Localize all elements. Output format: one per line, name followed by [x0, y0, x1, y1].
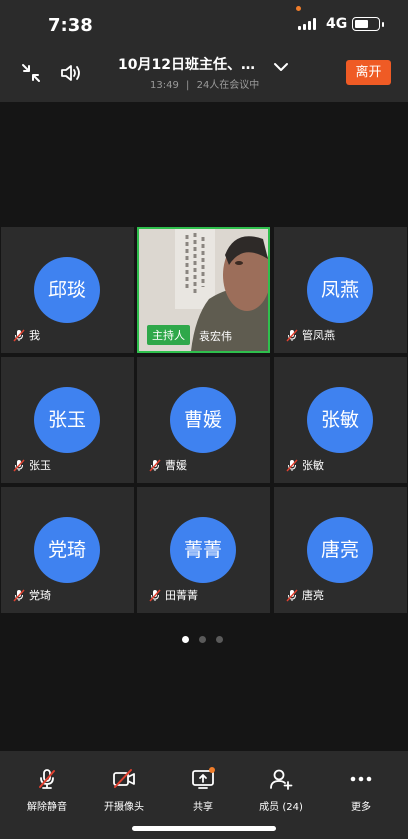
avatar: 党琦 — [34, 517, 100, 583]
add-member-icon — [270, 769, 293, 790]
participant-tile[interactable]: 曹媛 曹媛 — [137, 357, 270, 483]
unmute-button[interactable]: 解除静音 — [12, 767, 82, 813]
chevron-down-icon[interactable] — [268, 54, 294, 80]
host-badge: 主持人 — [147, 325, 190, 345]
participant-tile[interactable]: 张玉 张玉 — [1, 357, 134, 483]
meeting-info: 13:49 | 24人在会议中 — [150, 76, 259, 91]
participant-name: 张玉 — [29, 459, 51, 472]
avatar: 菁菁 — [170, 517, 236, 583]
leave-button[interactable]: 离开 — [346, 60, 391, 85]
unmute-label: 解除静音 — [27, 802, 67, 813]
mic-muted-icon — [286, 588, 298, 602]
participant-label: 我 — [13, 327, 40, 343]
avatar: 邱琰 — [34, 257, 100, 323]
more-button[interactable]: 更多 — [326, 767, 396, 813]
participant-label: 唐亮 — [286, 587, 324, 603]
participant-label: 党琦 — [13, 587, 51, 603]
camera-button[interactable]: 开摄像头 — [89, 767, 159, 813]
participant-name: 管凤燕 — [302, 329, 335, 342]
avatar: 唐亮 — [307, 517, 373, 583]
share-screen-icon — [192, 767, 215, 789]
participant-count: 24人在会议中 — [196, 80, 260, 91]
avatar: 张玉 — [34, 387, 100, 453]
mic-muted-icon — [13, 328, 25, 342]
meeting-title[interactable]: 10月12日班主任、… — [118, 54, 255, 74]
avatar: 曹媛 — [170, 387, 236, 453]
speaker-icon[interactable] — [58, 60, 84, 86]
notification-dot — [209, 767, 215, 773]
share-label: 共享 — [193, 802, 213, 813]
info-separator: | — [186, 80, 190, 91]
signal-icon — [298, 18, 320, 30]
mic-muted-icon — [149, 458, 161, 472]
participant-tile[interactable]: 凤燕 管凤燕 — [274, 227, 407, 353]
page-dot[interactable] — [216, 636, 223, 643]
page-dot[interactable] — [182, 636, 189, 643]
more-label: 更多 — [351, 802, 371, 813]
participant-label: 曹媛 — [149, 457, 187, 473]
mic-muted-icon — [13, 588, 25, 602]
battery-icon — [352, 17, 384, 31]
participant-name: 我 — [29, 329, 40, 342]
participant-label: 张玉 — [13, 457, 51, 473]
participant-name: 唐亮 — [302, 589, 324, 602]
page-dot[interactable] — [199, 636, 206, 643]
mic-muted-icon — [39, 769, 55, 789]
participant-name: 张敏 — [302, 459, 324, 472]
meeting-header: 10月12日班主任、… 13:49 | 24人在会议中 离开 — [0, 48, 408, 102]
participant-label: 张敏 — [286, 457, 324, 473]
members-label: 成员 (24) — [259, 802, 303, 813]
participant-tile[interactable]: 菁菁 田菁菁 — [137, 487, 270, 613]
mic-muted-icon — [286, 458, 298, 472]
avatar: 张敏 — [307, 387, 373, 453]
recording-indicator-dot — [296, 6, 301, 11]
share-button[interactable]: 共享 — [168, 767, 238, 813]
avatar: 凤燕 — [307, 257, 373, 323]
meeting-duration: 13:49 — [150, 80, 179, 91]
participant-tile[interactable]: 党琦 党琦 — [1, 487, 134, 613]
participant-tile[interactable]: 邱琰 我 — [1, 227, 134, 353]
mic-muted-icon — [286, 328, 298, 342]
minimize-icon[interactable] — [18, 60, 44, 86]
participant-label: 田菁菁 — [149, 587, 198, 603]
status-time: 7:38 — [48, 15, 93, 36]
participant-label: 管凤燕 — [286, 327, 335, 343]
participant-tile[interactable]: 唐亮 唐亮 — [274, 487, 407, 613]
mic-muted-icon — [13, 458, 25, 472]
camera-off-icon — [113, 769, 135, 788]
participant-name: 曹媛 — [165, 459, 187, 472]
more-icon — [350, 776, 372, 782]
page-indicator[interactable] — [182, 636, 223, 643]
mic-muted-icon — [149, 588, 161, 602]
participant-name: 田菁菁 — [165, 589, 198, 602]
network-type: 4G — [326, 16, 348, 32]
participant-name: 党琦 — [29, 589, 51, 602]
participant-tile[interactable]: 张敏 张敏 — [274, 357, 407, 483]
participant-name: 袁宏伟 — [199, 330, 232, 343]
camera-label: 开摄像头 — [104, 802, 144, 813]
members-button[interactable]: 成员 (24) — [246, 767, 316, 813]
status-bar: 7:38 4G — [0, 0, 408, 48]
host-video-tile[interactable]: 主持人 袁宏伟 — [137, 227, 270, 353]
home-indicator[interactable] — [132, 826, 276, 831]
